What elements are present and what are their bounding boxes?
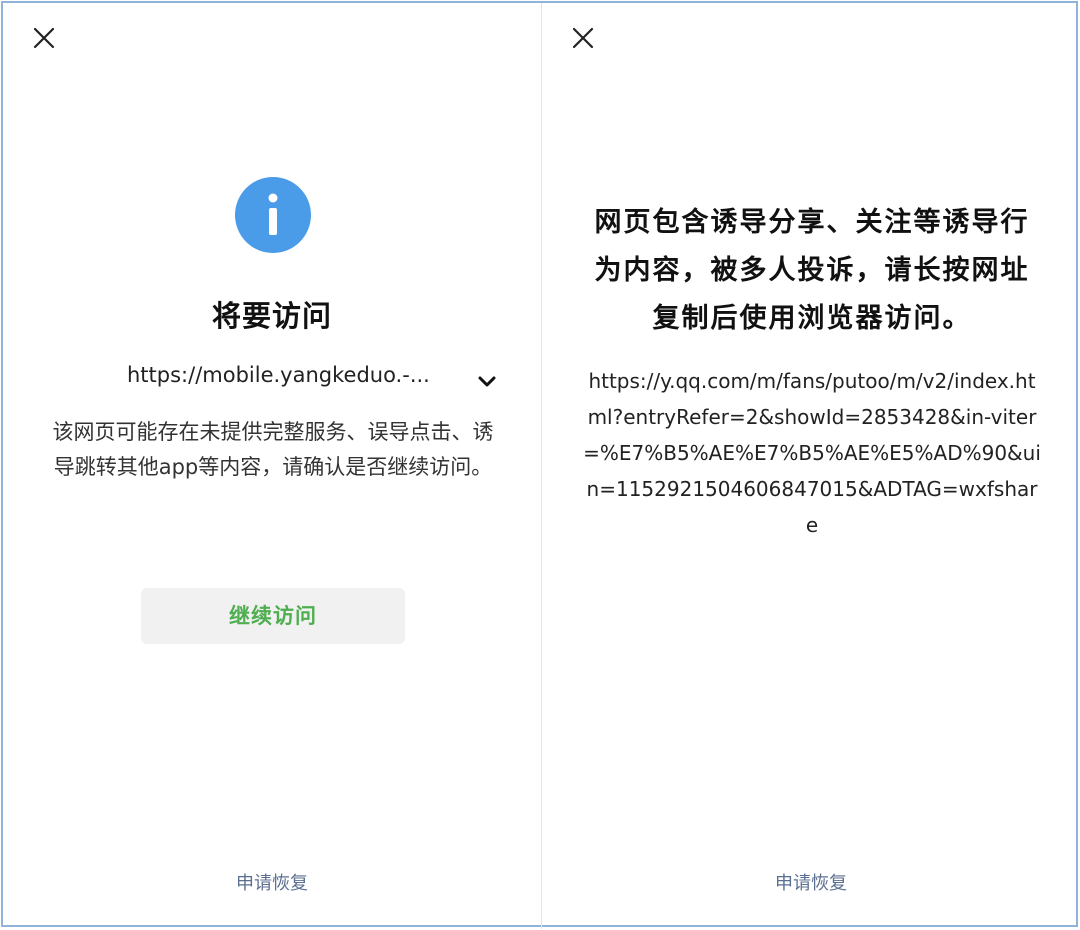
close-icon[interactable]: [568, 23, 598, 53]
visit-confirm-panel: 将要访问 https://mobile.yangkeduo.-... 该网页可能…: [3, 3, 541, 929]
info-icon: [234, 176, 312, 254]
continue-visit-button[interactable]: 继续访问: [141, 588, 405, 644]
target-url: https://mobile.yangkeduo.-...: [127, 363, 430, 387]
chevron-down-icon[interactable]: [475, 369, 499, 393]
apply-restore-link[interactable]: 申请恢复: [542, 869, 1080, 895]
close-icon[interactable]: [29, 23, 59, 53]
blocked-message: 网页包含诱导分享、关注等诱导行为内容，被多人投诉，请长按网址复制后使用浏览器访问…: [594, 207, 1030, 334]
warning-message: 该网页可能存在未提供完整服务、误导点击、诱导跳转其他app等内容，请确认是否继续…: [52, 420, 494, 479]
url-expand-row[interactable]: https://mobile.yangkeduo.-...: [127, 363, 507, 397]
page-title: 将要访问: [211, 299, 332, 333]
screenshot-frame: 将要访问 https://mobile.yangkeduo.-... 该网页可能…: [1, 1, 1080, 929]
blocked-url[interactable]: https://y.qq.com/m/fans/putoo/m/v2/index…: [582, 363, 1042, 543]
apply-restore-link[interactable]: 申请恢复: [3, 869, 541, 895]
blocked-page-panel: 网页包含诱导分享、关注等诱导行为内容，被多人投诉，请长按网址复制后使用浏览器访问…: [542, 3, 1080, 929]
